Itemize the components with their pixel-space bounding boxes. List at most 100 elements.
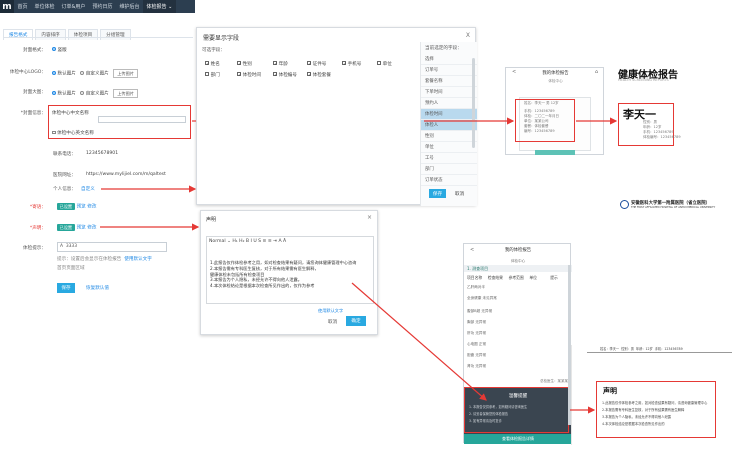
- personal-label: 个人信息：: [53, 187, 76, 192]
- tip-hint2: 首页页面区域: [57, 266, 85, 271]
- tab-group-manage[interactable]: 分组管理: [100, 29, 131, 40]
- selected-field-item[interactable]: 选择: [421, 54, 477, 65]
- cover-img-upload-button[interactable]: 上传图片: [113, 89, 138, 98]
- nav-admin[interactable]: 维护后台: [116, 3, 143, 10]
- phone-value[interactable]: 12345678901: [86, 151, 118, 156]
- cover-img-field: 默认图片 自定义图片 上传图片: [52, 89, 138, 98]
- doc-highlight: 声明 1.此报告仅作体检参考之用，如对检查结果有疑问，请咨询健康管理中心 2.本…: [596, 381, 716, 438]
- cover-img-custom-radio[interactable]: [80, 90, 85, 95]
- field-option[interactable]: 姓名: [205, 61, 220, 67]
- checkbox-checked: [273, 61, 277, 65]
- selected-field-item[interactable]: 订单号: [421, 65, 477, 76]
- center-info-label: *封面信息：: [20, 111, 46, 116]
- field-option[interactable]: 性别: [237, 61, 252, 67]
- field-option[interactable]: 手机号: [342, 61, 361, 67]
- selected-field-item[interactable]: 单位: [421, 142, 477, 153]
- editor-line: 4.本次体检结论是根据本次检查所见作出的，仅作为参考: [210, 283, 315, 289]
- cover-style-radio[interactable]: [52, 47, 56, 51]
- selected-fields-scrollbar[interactable]: [472, 58, 475, 148]
- declare-preview-link[interactable]: 预览: [77, 226, 86, 231]
- nav-orders-users[interactable]: 订单&用户: [58, 3, 89, 10]
- fields-save-button[interactable]: 保存: [429, 189, 446, 198]
- home-icon: ⌂: [594, 69, 598, 75]
- doc-divider: [587, 352, 732, 353]
- doc-line: 1.此报告仅作体检参考之用，如对检查结果有疑问，请咨询健康管理中心: [602, 401, 708, 405]
- cover-line: 体检编号：123456789: [643, 135, 681, 139]
- logo-field: 默认图片 自定义图片 上传图片: [52, 69, 138, 78]
- logo-default-label: 默认图片: [57, 71, 76, 77]
- phone2-row: 肝功 无异常: [467, 331, 487, 335]
- selected-field-item[interactable]: 工号: [421, 153, 477, 164]
- center-en-label: 体检中心英文名称: [57, 131, 94, 136]
- phone2-columns: 项目名称 检查结果 参考范围 单位 提示: [467, 275, 571, 281]
- selected-field-item[interactable]: 订单状态: [421, 175, 477, 186]
- tab-report-format[interactable]: 报告格式: [3, 29, 34, 40]
- selected-field-item[interactable]: 下单时间: [421, 87, 477, 98]
- phone2-row: 腹部B超 无异常: [467, 309, 493, 313]
- close-icon[interactable]: X: [466, 32, 470, 39]
- declare-ok-button[interactable]: 确定: [346, 316, 366, 326]
- tab-exam-items[interactable]: 体检项目: [67, 29, 99, 40]
- close-icon[interactable]: ×: [367, 214, 372, 221]
- phone-label: 联系电话：: [53, 152, 76, 157]
- logo-upload-button[interactable]: 上传图片: [113, 69, 138, 78]
- hospital-header: 安徽医科大学第一附属医院（省立医院） THE FIRST AFFILIATED …: [620, 200, 730, 222]
- cover-img-default-radio[interactable]: [52, 90, 56, 95]
- nav-home[interactable]: 首页: [14, 3, 31, 10]
- tip-default-link[interactable]: 使用默认文字: [124, 257, 152, 262]
- phone2-col: 参考范围: [508, 275, 524, 280]
- editor-toolbar[interactable]: Normal ⌄ H₁ H₂ B I U S ≡ ≡ ⇥ A Ā: [209, 239, 373, 247]
- phone2-row: 胆囊 无异常: [467, 353, 487, 357]
- phone2-footer-button[interactable]: 查看体检报告详情: [464, 434, 572, 444]
- field-option-label: 体检时间: [242, 73, 261, 78]
- logo-default-radio[interactable]: [52, 70, 56, 75]
- checkbox-checked: [307, 61, 311, 65]
- field-option[interactable]: 年龄: [273, 61, 288, 67]
- field-option[interactable]: 证件号: [307, 61, 326, 67]
- field-option[interactable]: 单位: [377, 61, 392, 67]
- nav-report[interactable]: 体检报告 ⌄: [142, 0, 176, 13]
- declare-modal: 声明 × Normal ⌄ H₁ H₂ B I U S ≡ ≡ ⇥ A Ā 1.…: [200, 210, 378, 335]
- declare-default-link[interactable]: 使用默认文字: [318, 308, 343, 314]
- fields-cancel-button[interactable]: 取消: [455, 191, 464, 197]
- nav-unit-exam[interactable]: 单位体检: [31, 3, 58, 10]
- ending-edit-link[interactable]: 修改: [87, 205, 96, 210]
- selected-fields-label: 当前选定的字段：: [425, 46, 462, 51]
- field-option[interactable]: 体检套餐: [307, 72, 331, 78]
- center-cn-input[interactable]: [98, 116, 186, 123]
- selected-field-item-active[interactable]: 体检人: [421, 120, 477, 131]
- checkbox-unchecked: [205, 72, 209, 76]
- save-button[interactable]: 保存: [57, 283, 75, 293]
- doc-header-line: 姓名：李天一 性别：男 年龄：12岁 手机：123456789: [600, 346, 683, 351]
- selected-field-item-active[interactable]: 体检时间: [421, 109, 477, 120]
- selected-field-item[interactable]: 部门: [421, 164, 477, 175]
- tab-divider: [3, 37, 193, 38]
- tab-content-order[interactable]: 内容排序: [35, 29, 66, 40]
- phone2-header: 我的体检报告: [504, 248, 532, 253]
- field-option[interactable]: 体检时间: [237, 72, 261, 78]
- field-option[interactable]: 部门: [205, 72, 220, 78]
- declare-edit-link[interactable]: 修改: [87, 226, 96, 231]
- logo-custom-radio[interactable]: [80, 70, 85, 75]
- declare-status-badge: 已设置: [57, 224, 75, 231]
- checkbox-checked: [342, 61, 346, 65]
- site-value[interactable]: https://www.mylijiel.com/m/qaltest: [86, 172, 166, 177]
- selected-field-item[interactable]: 性别: [421, 131, 477, 142]
- center-en-checkbox[interactable]: [52, 130, 56, 135]
- restore-default-link[interactable]: 恢复默认值: [86, 285, 109, 291]
- field-option-label: 体检套餐: [312, 73, 331, 78]
- personal-custom-link[interactable]: 自定义: [81, 186, 95, 192]
- selected-field-item[interactable]: 套餐名称: [421, 76, 477, 87]
- field-option[interactable]: 体检编号: [273, 72, 297, 78]
- ending-preview-link[interactable]: 预览: [77, 205, 86, 210]
- nav-calendar[interactable]: 预约日历: [89, 3, 116, 10]
- app-logo[interactable]: m: [0, 0, 14, 13]
- phone2-row: 肾功 无异常: [467, 364, 487, 368]
- cover-style-label: 封面格式：: [23, 48, 46, 53]
- phone2-row: 胸部 无异常: [467, 320, 487, 324]
- tip-input[interactable]: A 3333: [57, 242, 167, 252]
- selected-field-item[interactable]: 预约人: [421, 98, 477, 109]
- phone2-sub: 体检中心: [510, 259, 526, 263]
- field-option-label: 部门: [210, 73, 220, 78]
- declare-cancel-button[interactable]: 取消: [328, 319, 337, 325]
